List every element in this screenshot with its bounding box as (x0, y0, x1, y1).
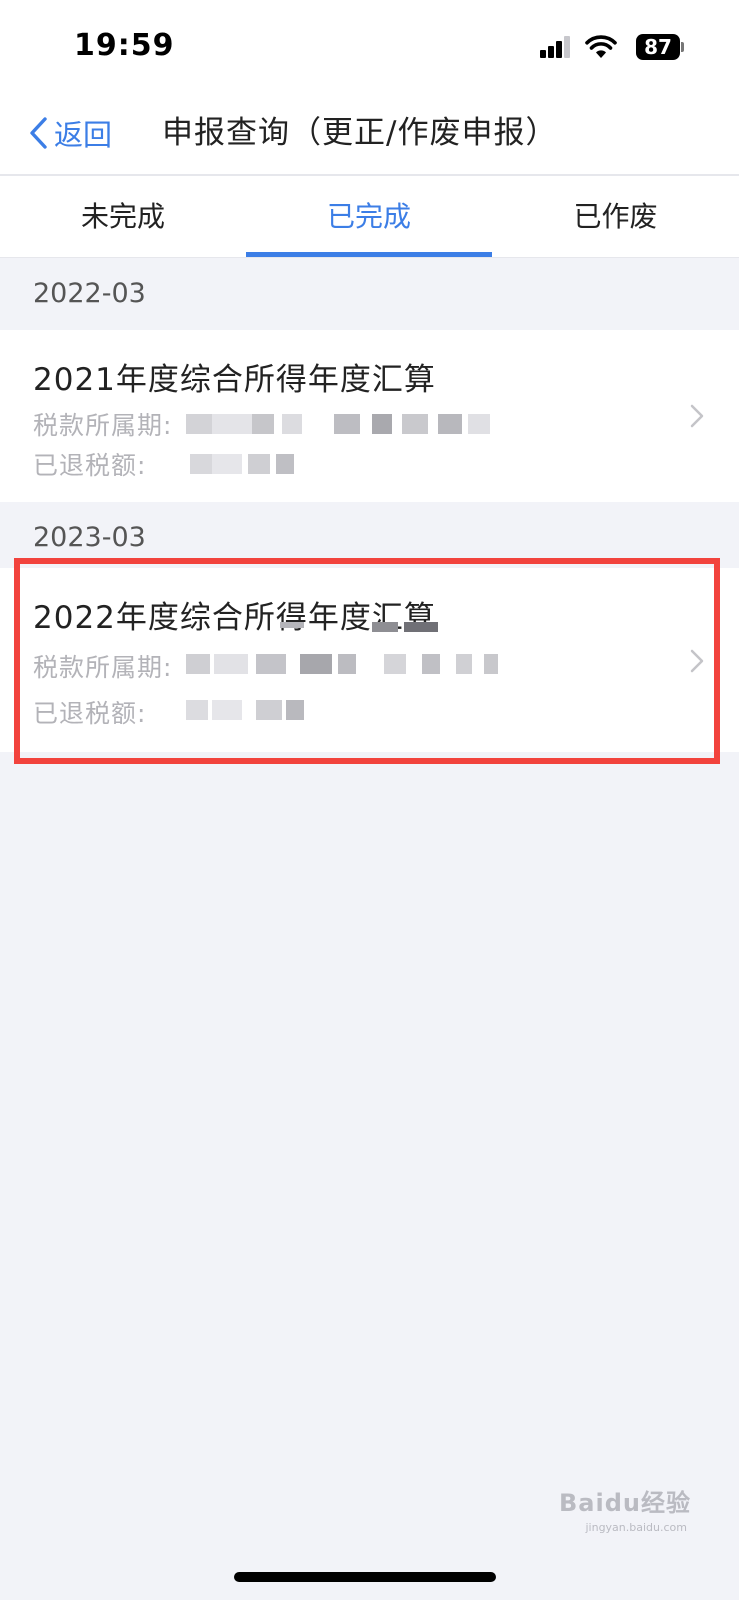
watermark-url: jingyan.baidu.com (585, 1521, 687, 1534)
tax-period-label: 税款所属期: (33, 653, 173, 682)
home-indicator[interactable] (234, 1572, 496, 1582)
tab-voided[interactable]: 已作废 (492, 176, 739, 258)
back-label: 返回 (54, 118, 113, 152)
wifi-icon (585, 35, 617, 58)
status-bar: 19:59 87 (0, 0, 739, 96)
refund-amount-label: 已退税额: (33, 699, 147, 728)
tab-incomplete[interactable]: 未完成 (0, 176, 246, 258)
status-time: 19:59 (74, 28, 175, 63)
back-button[interactable]: 返回 (26, 108, 112, 158)
baidu-jingyan-watermark: Baidu经验 (559, 1489, 691, 1517)
redacted-refund-amount (186, 700, 306, 720)
group-date-header: 2022-03 (33, 278, 146, 309)
tab-completed[interactable]: 已完成 (246, 176, 492, 258)
nav-bar: 返回 申报查询（更正/作废申报） (0, 96, 739, 174)
tax-period-label: 税款所属期: (33, 411, 173, 440)
cellular-signal-icon (540, 36, 570, 58)
redacted-tax-period (186, 654, 506, 674)
refund-amount-label: 已退税额: (33, 451, 147, 480)
chevron-left-icon (30, 117, 47, 149)
chevron-right-icon (690, 404, 704, 428)
tab-bar: 未完成 已完成 已作废 (0, 174, 739, 258)
battery-icon: 87 (636, 34, 684, 60)
active-tab-indicator (246, 252, 492, 257)
declaration-card-2021[interactable]: 2021年度综合所得年度汇算 税款所属期: 已退税额: (0, 330, 739, 502)
group-date-header: 2023-03 (33, 522, 146, 553)
battery-level: 87 (644, 35, 672, 59)
redacted-tax-period (186, 414, 496, 434)
redacted-refund-amount (190, 454, 300, 474)
redacted-title-suffix (280, 622, 450, 632)
declaration-card-2022[interactable]: 2022年度综合所得年度汇算 税款所属期: 已退税额: (0, 568, 739, 752)
page-title: 申报查询（更正/作废申报） (162, 115, 558, 151)
app-screen: 19:59 87 返回 申报查询（更正/作废申报） 未完成 已完成 已作废 20… (0, 0, 739, 1600)
chevron-right-icon (690, 649, 704, 673)
card-title: 2021年度综合所得年度汇算 (33, 362, 436, 398)
